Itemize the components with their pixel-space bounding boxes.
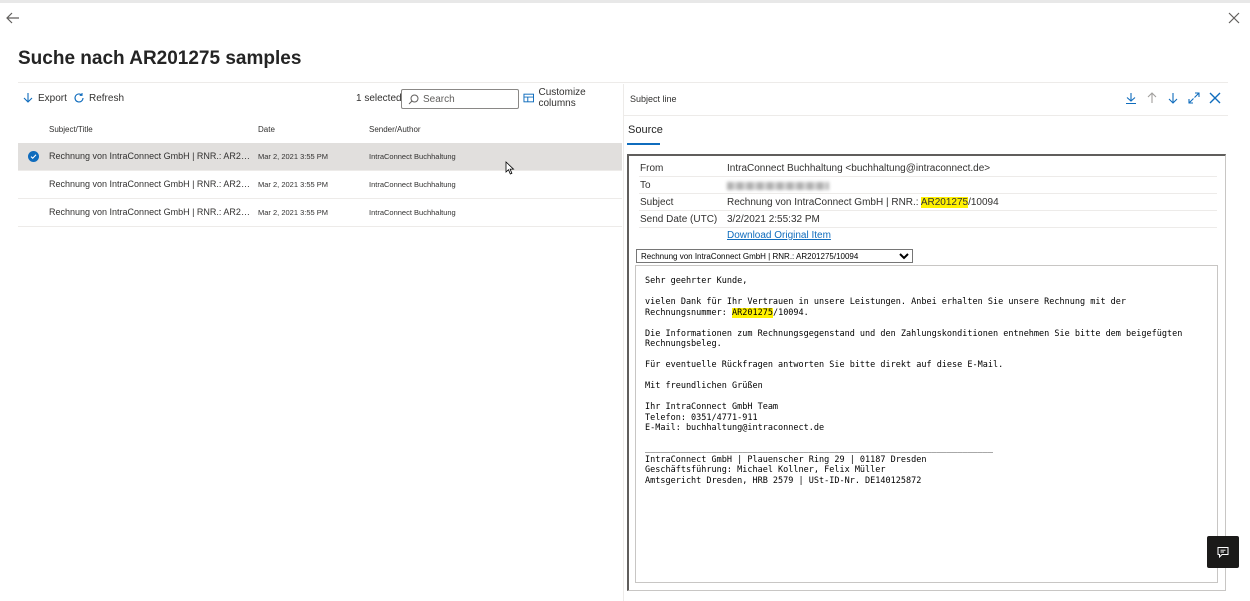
subject-highlight: AR201275 <box>920 197 969 208</box>
chat-icon <box>1217 547 1229 558</box>
export-button[interactable]: Export <box>22 90 67 106</box>
checkmark-icon[interactable] <box>28 151 39 162</box>
columns-icon <box>523 93 535 103</box>
mouse-cursor-icon <box>505 161 515 175</box>
refresh-label: Refresh <box>89 92 125 104</box>
body-p1-line2-suffix: /10094. <box>772 307 809 318</box>
download-arrow-icon <box>23 93 33 103</box>
meta-date-label: Send Date (UTC) <box>640 214 718 225</box>
row-date: Mar 2, 2021 3:55 PM <box>258 208 329 217</box>
meta-to-value-redacted <box>727 180 829 193</box>
meta-from-value: IntraConnect Buchhaltung <buchhaltung@in… <box>727 163 991 174</box>
search-icon <box>408 94 419 104</box>
body-p1-line2-prefix: Rechnungsnummer: <box>645 307 732 318</box>
chat-button[interactable] <box>1207 536 1239 568</box>
subject-suffix: /10094 <box>968 197 999 208</box>
export-label: Export <box>38 92 67 104</box>
expand-icon[interactable] <box>1187 91 1201 105</box>
arrow-up-icon[interactable] <box>1145 91 1159 105</box>
body-paragraph-1: vielen Dank für Ihr Vertrauen in unsere … <box>645 297 1208 318</box>
body-separator: ________________________________________… <box>645 444 993 454</box>
body-sig-1: Ihr IntraConnect GmbH Team <box>645 402 779 412</box>
meta-from: From IntraConnect Buchhaltung <buchhaltu… <box>639 160 1217 177</box>
search-input[interactable] <box>423 93 513 105</box>
row-sender: IntraConnect Buchhaltung <box>369 152 456 161</box>
body-invoice-highlight: AR201275 <box>732 307 773 318</box>
close-icon[interactable] <box>1227 11 1241 25</box>
column-header-sender[interactable]: Sender/Author <box>369 125 421 134</box>
body-greeting: Sehr geehrter Kunde, <box>645 276 748 286</box>
detail-header-divider <box>624 115 1228 116</box>
detail-actions <box>1124 91 1222 105</box>
body-signature: Ihr IntraConnect GmbH Team Telefon: 0351… <box>645 402 1208 434</box>
search-box[interactable] <box>401 89 519 109</box>
column-header-subject[interactable]: Subject/Title <box>49 125 93 134</box>
refresh-icon <box>74 93 84 103</box>
top-border <box>0 0 1250 3</box>
meta-subject-value: Rechnung von IntraConnect GmbH | RNR.: A… <box>727 197 999 208</box>
body-p1-line1: vielen Dank für Ihr Vertrauen in unsere … <box>645 297 1127 307</box>
arrow-down-icon[interactable] <box>1166 91 1180 105</box>
body-sig-2: Telefon: 0351/4771-911 <box>645 412 758 423</box>
results-toolbar: Export Refresh 1 selected Customize colu… <box>18 84 622 112</box>
table-row[interactable]: Rechnung von IntraConnect GmbH | RNR.: A… <box>18 199 622 227</box>
close-icon[interactable] <box>1208 91 1222 105</box>
body-paragraph-2: Die Informationen zum Rechnungsgegenstan… <box>645 329 1208 350</box>
body-p2-line2: Rechnungsbeleg. <box>645 339 722 349</box>
column-header-date[interactable]: Date <box>258 125 275 134</box>
message-body: Sehr geehrter Kunde, vielen Dank für Ihr … <box>635 265 1218 583</box>
header-divider <box>18 82 1228 83</box>
meta-subject-label: Subject <box>640 197 674 208</box>
row-date: Mar 2, 2021 3:55 PM <box>258 152 329 161</box>
selected-count: 1 selected <box>356 93 402 104</box>
subject-prefix: Rechnung von IntraConnect GmbH | RNR.: <box>727 197 921 208</box>
body-footer-1: IntraConnect GmbH | Plauenscher Ring 29 … <box>645 454 927 465</box>
tab-active-indicator <box>627 143 660 145</box>
meta-to-label: To <box>640 180 651 191</box>
meta-send-date: Send Date (UTC) 3/2/2021 2:55:32 PM <box>639 211 1217 228</box>
table-row[interactable]: Rechnung von IntraConnect GmbH | RNR.: A… <box>18 171 622 199</box>
body-footer: ________________________________________… <box>645 444 1208 486</box>
body-footer-3: Amtsgericht Dresden, HRB 2579 | USt-ID-N… <box>645 475 922 486</box>
row-sender: IntraConnect Buchhaltung <box>369 180 456 189</box>
customize-columns-button[interactable]: Customize columns <box>523 87 622 109</box>
body-p2-line1: Die Informationen zum Rechnungsgegenstan… <box>645 328 1183 339</box>
meta-subject: Subject Rechnung von IntraConnect GmbH |… <box>639 194 1217 211</box>
row-sender: IntraConnect Buchhaltung <box>369 208 456 217</box>
row-subject: Rechnung von IntraConnect GmbH | RNR.: A… <box>49 207 251 217</box>
table-row[interactable]: Rechnung von IntraConnect GmbH | RNR.: A… <box>18 143 622 171</box>
meta-date-value: 3/2/2021 2:55:32 PM <box>727 214 820 225</box>
download-icon[interactable] <box>1124 91 1138 105</box>
detail-title: Subject line <box>630 94 677 104</box>
panel-divider <box>623 84 624 601</box>
body-sig-3: E-Mail: buchhaltung@intraconnect.de <box>645 423 825 433</box>
row-subject: Rechnung von IntraConnect GmbH | RNR.: A… <box>49 151 251 161</box>
back-arrow-icon[interactable] <box>5 10 21 26</box>
body-footer-2: Geschäftsführung: Michael Kollner, Felix… <box>645 465 886 475</box>
row-subject: Rechnung von IntraConnect GmbH | RNR.: A… <box>49 179 251 189</box>
customize-columns-label: Customize columns <box>538 87 586 109</box>
refresh-button[interactable]: Refresh <box>73 90 124 106</box>
table-header: Subject/Title Date Sender/Author <box>18 118 622 140</box>
meta-from-label: From <box>640 163 664 174</box>
row-date: Mar 2, 2021 3:55 PM <box>258 180 329 189</box>
body-paragraph-3: Für eventuelle Rückfragen antworten Sie … <box>645 360 1004 370</box>
page-title: Suche nach AR201275 samples <box>18 48 302 69</box>
meta-to: To <box>639 177 1217 194</box>
item-select[interactable]: Rechnung von IntraConnect GmbH | RNR.: A… <box>636 249 913 263</box>
download-original-link[interactable]: Download Original Item <box>727 230 831 241</box>
tab-source[interactable]: Source <box>628 124 663 136</box>
body-closing: Mit freundlichen Grüßen <box>645 381 763 391</box>
